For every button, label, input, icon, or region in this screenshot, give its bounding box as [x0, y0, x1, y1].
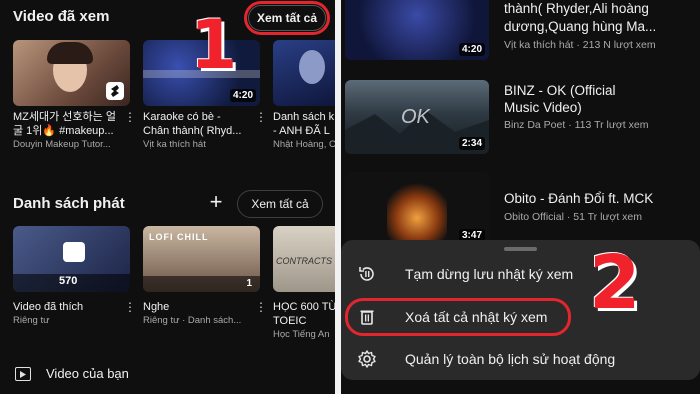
video-thumbnail-1[interactable]	[13, 40, 130, 106]
playlist-title-1[interactable]: Video đã thích	[13, 300, 125, 314]
play-icon	[15, 367, 31, 381]
playlist-sub-2: Riêng tư · Danh sách...	[143, 315, 242, 326]
history-title-1-line1[interactable]: thành( Rhyder,Ali hoàng	[504, 0, 684, 17]
more-options-icon[interactable]: ⋮	[124, 111, 136, 123]
annotation-step-2: 2	[589, 240, 641, 326]
playlists-see-all-button[interactable]: Xem tất cả	[237, 190, 323, 218]
playlist-thumbnail-1[interactable]: 570	[13, 226, 130, 292]
sheet-drag-handle[interactable]	[504, 247, 537, 251]
hair-shape	[47, 42, 93, 64]
video-channel-3: Nhật Hoàng, C	[273, 139, 335, 150]
overlay-strip	[143, 276, 260, 292]
history-title-3[interactable]: Obito - Đánh Đổi ft. MCK	[504, 190, 684, 207]
video-duration: 4:20	[458, 43, 485, 56]
video-title-2-line2[interactable]: Chân thành( Rhyd...	[143, 124, 255, 138]
video-title-3-line2[interactable]: - ANH ĐÃ L	[273, 124, 335, 138]
fire-shape	[387, 182, 447, 242]
playlist-title-3-line2[interactable]: TOEIC	[273, 314, 335, 328]
shorts-icon	[106, 82, 124, 100]
more-options-icon[interactable]: ⋮	[255, 301, 267, 313]
more-options-icon[interactable]: ⋮	[124, 301, 136, 313]
annotation-highlight-clear-all	[345, 298, 571, 336]
video-channel-1: Douyin Makeup Tutor...	[13, 139, 111, 150]
history-title-2-line1[interactable]: BINZ - OK (Official	[504, 82, 684, 99]
pause-history-label: Tạm dừng lưu nhật ký xem	[405, 266, 574, 282]
playlist-thumbnail-3[interactable]: CONTRACTS	[273, 226, 335, 292]
playlist-sub-3: Học Tiếng An	[273, 329, 330, 340]
annotation-step-1: 1	[190, 6, 238, 85]
playlist-title-3-line1[interactable]: HỌC 600 TỪ	[273, 300, 335, 314]
pause-history-menu-item[interactable]: Tạm dừng lưu nhật ký xem	[341, 258, 700, 290]
playlist-count-2: 1	[246, 278, 252, 289]
gear-icon	[357, 349, 377, 369]
video-title-1-line1[interactable]: MZ세대가 선호하는 얼	[13, 110, 125, 124]
add-playlist-icon[interactable]: +	[205, 190, 227, 214]
history-list-pane: 4:20 thành( Rhyder,Ali hoàng dương,Quang…	[341, 0, 700, 394]
video-duration: 2:34	[458, 137, 485, 150]
video-title-1-line2[interactable]: 굴 1위🔥 #makeup...	[13, 124, 125, 138]
history-title-2-line2[interactable]: Music Video)	[504, 99, 684, 116]
thumb-text-ok: OK	[401, 106, 430, 128]
video-title-2-line1[interactable]: Karaoke có bè -	[143, 110, 255, 124]
thumb-text-lofi: LOFI CHILL	[149, 232, 209, 242]
playlist-thumbnail-2[interactable]: LOFI CHILL 1	[143, 226, 260, 292]
library-pane: Video đã xem Xem tất cả MZ세대가 선호하는 얼 굴 1…	[0, 0, 335, 394]
history-section-title: Video đã xem	[13, 8, 110, 25]
history-thumbnail-3[interactable]: 3:47	[345, 172, 489, 246]
video-title-3-line1[interactable]: Danh sách k	[273, 110, 335, 124]
video-thumbnail-3[interactable]	[273, 40, 335, 106]
your-videos-link[interactable]: Video của bạn	[46, 366, 129, 381]
playlist-sub-1: Riêng tư	[13, 315, 50, 326]
history-title-1-line2[interactable]: dương,Quang hùng Ma...	[504, 18, 684, 35]
pause-history-icon	[357, 264, 377, 284]
thumb-text-contracts: CONTRACTS	[276, 256, 332, 266]
video-channel-2: Vịt ka thích hát	[143, 139, 206, 150]
more-options-icon[interactable]: ⋮	[255, 111, 267, 123]
singer-shape	[299, 50, 325, 84]
playlist-count-1: 570	[59, 275, 78, 287]
playlists-section-title: Danh sách phát	[13, 195, 125, 212]
playlist-title-2[interactable]: Nghe	[143, 300, 255, 314]
history-thumbnail-1[interactable]: 4:20	[345, 0, 489, 60]
history-sub-2: Binz Da Poet · 113 Tr lượt xem	[504, 119, 649, 131]
manage-activity-label: Quản lý toàn bộ lịch sử hoạt động	[405, 351, 616, 367]
thumbs-up-icon	[63, 242, 85, 262]
history-sub-3: Obito Official · 51 Tr lượt xem	[504, 211, 643, 223]
history-sub-1: Vịt ka thích hát · 213 N lượt xem	[504, 39, 656, 51]
annotation-highlight-see-all	[244, 1, 330, 35]
manage-activity-menu-item[interactable]: Quản lý toàn bộ lịch sử hoạt động	[341, 343, 700, 375]
video-duration-2: 4:20	[229, 89, 256, 102]
history-thumbnail-2[interactable]: OK 2:34	[345, 80, 489, 154]
